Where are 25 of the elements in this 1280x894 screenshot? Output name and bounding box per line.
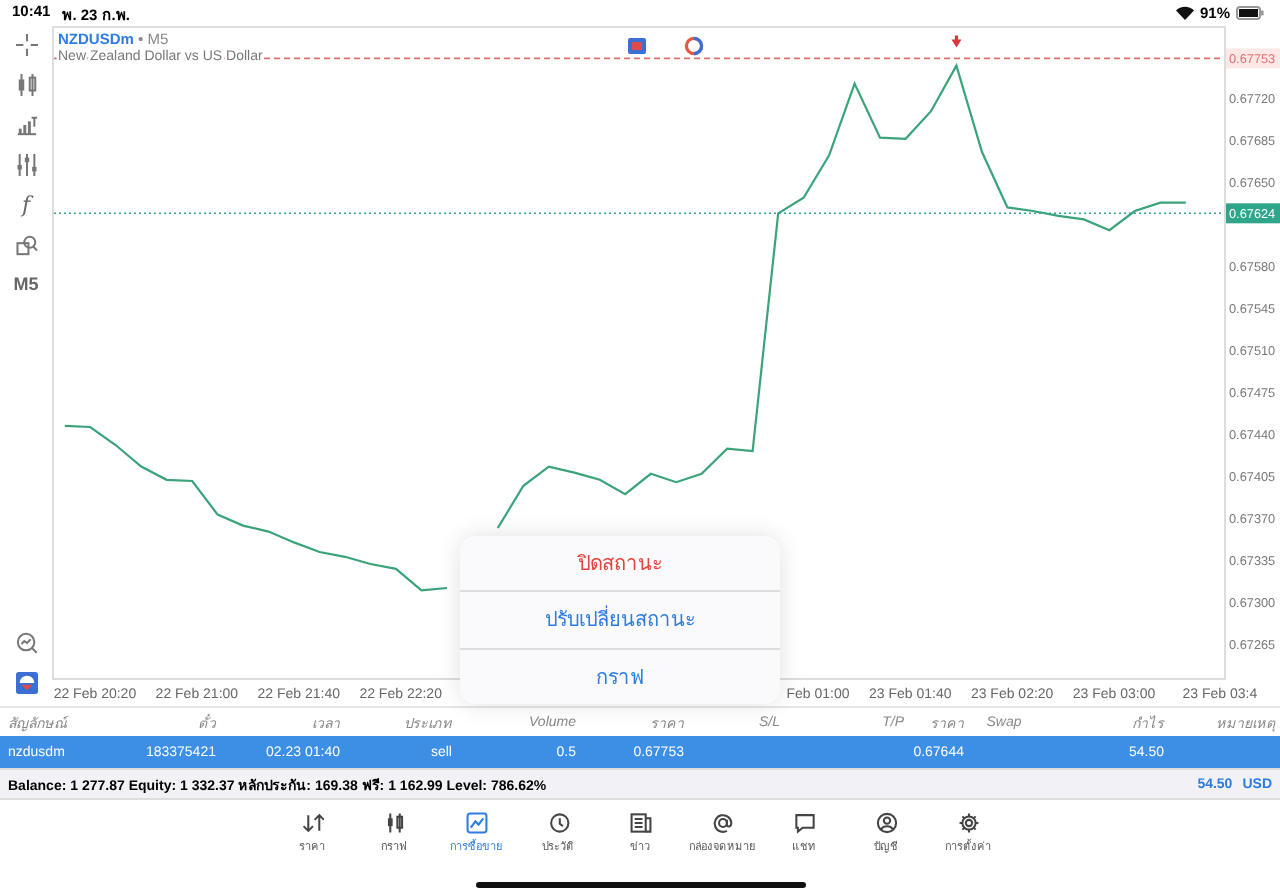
line-chart-icon [465,812,487,834]
menu-item[interactable]: กราฟ [460,649,780,704]
sell-marker-icon [951,35,962,48]
document-icon [629,812,651,834]
menu-item[interactable]: ปรับเปลี่ยนสถานะ [460,592,780,650]
indicator-icon[interactable] [684,36,704,56]
sliders-icon[interactable] [15,154,37,176]
menu-item[interactable]: ปิดสถานะ [460,536,780,593]
shapes-icon[interactable] [15,234,37,256]
function-label[interactable]: f [21,194,31,216]
at-sign-icon [711,812,733,834]
timeframe-label[interactable]: M5 [13,274,39,296]
zoom-chart-icon[interactable] [15,632,37,654]
gear-icon [957,812,979,834]
wifi-icon [1175,6,1194,20]
arrows-icon [301,812,323,834]
chat-icon [793,812,815,834]
history-icon [547,812,569,834]
user-icon [875,812,897,834]
candlestick-icon [383,812,405,834]
candlestick-icon[interactable] [15,74,37,96]
crosshair-icon[interactable] [15,34,37,56]
app-logo-icon[interactable] [15,672,37,694]
bar-chart-icon[interactable] [15,114,37,136]
battery-icon [1236,6,1264,20]
